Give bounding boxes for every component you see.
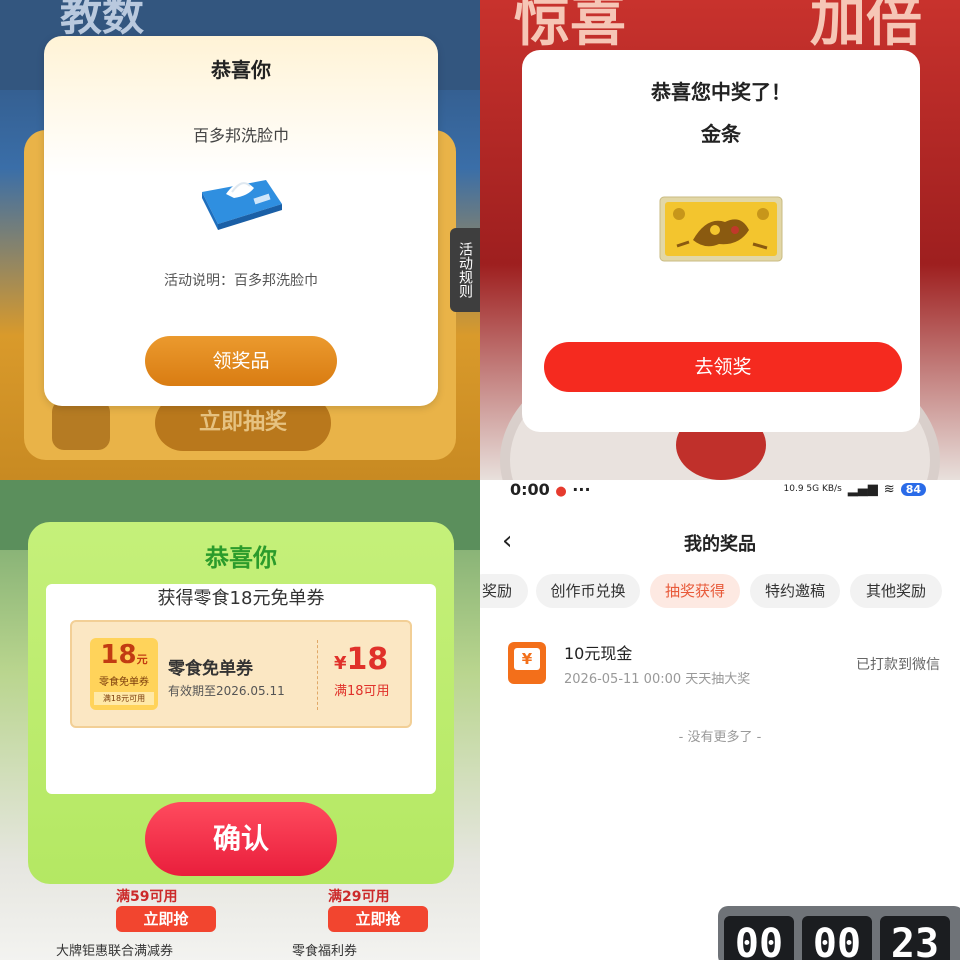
prize-tabs: 奖励 创作币兑换 抽奖获得 特约邀稿 其他奖励	[480, 574, 960, 610]
status-more-icon: ···	[572, 480, 591, 499]
record-name: 10元现金	[564, 644, 633, 663]
face-towel-pack-icon	[202, 180, 282, 230]
wifi-icon: ≋	[883, 482, 895, 497]
coupon-currency: ¥	[334, 653, 347, 674]
coupon-amount: ¥18	[334, 642, 388, 677]
record-detail: 2026-05-11 00:00 天天抽大奖	[564, 672, 751, 687]
timer-hours: 00	[724, 916, 794, 960]
coupon-panel: 获得零食18元免单券 18元 零食免单券 满18元可用 零食免单券 有效期至20…	[46, 584, 436, 794]
claim-prize-button[interactable]: 领奖品	[145, 336, 337, 386]
coupon-badge-label: 零食免单券	[99, 677, 149, 688]
coupon-badge-condition: 满18元可用	[94, 692, 154, 705]
coupon-card[interactable]: 18元 零食免单券 满18元可用 零食免单券 有效期至2026.05.11 ¥1…	[70, 620, 412, 728]
go-claim-button[interactable]: 去领奖	[544, 342, 902, 392]
weibo-icon: ●	[555, 484, 567, 499]
record-status: 已打款到微信	[856, 657, 940, 673]
status-time: 0:00	[510, 480, 550, 499]
tab-invited-writing[interactable]: 特约邀稿	[750, 574, 840, 608]
bg-card-name: 大牌钜惠联合满减券	[56, 944, 174, 959]
dialog-title: 恭喜你	[205, 544, 277, 572]
coupon-badge-unit: 元	[136, 653, 148, 666]
grab-now-button[interactable]: 立即抢	[116, 906, 216, 932]
activity-rules-tab[interactable]: 活动规则	[450, 228, 480, 312]
recording-timer: 00 00 23	[718, 906, 960, 960]
bg-card-name: 零食福利券	[292, 944, 358, 959]
bg-card-condition: 满29可用	[328, 889, 390, 905]
coupon-badge-amount: 18	[100, 640, 137, 670]
status-bar: 0:00 ● ··· 10.9 5G KB/s ▂▄▆ ≋ 84	[480, 480, 960, 506]
signal-icon: ▂▄▆	[847, 482, 878, 497]
dialog-title: 恭喜您中奖了！	[651, 80, 791, 104]
prize-dialog: 恭喜您中奖了！ 金条 去领奖	[522, 50, 920, 432]
tab-rewards[interactable]: 奖励	[480, 574, 528, 608]
no-more-text: - 没有更多了 -	[678, 730, 762, 745]
coupon-amount-value: 18	[346, 642, 389, 677]
tab-other-rewards[interactable]: 其他奖励	[850, 574, 942, 608]
coupon-badge: 18元 零食免单券 满18元可用	[90, 638, 158, 710]
timer-seconds: 23	[880, 916, 950, 960]
gold-bar-icon	[659, 196, 783, 262]
coupon-name: 零食免单券	[168, 659, 253, 679]
panel-face-towel-prize: 教数 立即抽奖 活动规则 恭喜你 百多邦洗脸巾 活动说明：百多邦洗脸巾 领奖品	[0, 0, 480, 480]
prize-record-row[interactable]: ¥ 10元现金 2026-05-11 00:00 天天抽大奖 已打款到微信	[480, 630, 960, 700]
screenshot-collage: 教数 立即抽奖 活动规则 恭喜你 百多邦洗脸巾 活动说明：百多邦洗脸巾 领奖品 …	[0, 0, 960, 960]
coupon-divider	[317, 640, 318, 710]
coupon-dialog: 恭喜你 获得零食18元免单券 18元 零食免单券 满18元可用 零食免单券 有效…	[28, 522, 454, 884]
coupon-condition: 满18可用	[334, 684, 390, 699]
dialog-title: 恭喜你	[211, 58, 271, 82]
network-speed: 10.9 5G KB/s	[783, 484, 842, 494]
cash-icon: ¥	[508, 642, 546, 684]
coupon-subtitle: 获得零食18元免单券	[157, 588, 325, 609]
battery-badge: 84	[900, 483, 926, 496]
confirm-button[interactable]: 确认	[145, 802, 337, 876]
prize-dialog: 恭喜你 百多邦洗脸巾 活动说明：百多邦洗脸巾 领奖品	[44, 36, 438, 406]
panel-gold-bar-prize: 惊喜 加倍 恭喜您中奖了！ 金条 去领奖	[480, 0, 960, 480]
activity-description: 活动说明：百多邦洗脸巾	[164, 273, 318, 289]
prize-name: 金条	[701, 122, 741, 146]
panel-my-prizes: 0:00 ● ··· 10.9 5G KB/s ▂▄▆ ≋ 84 ‹ 我的奖品 …	[480, 480, 960, 960]
background-text-left: 惊喜	[514, 0, 626, 54]
coupon-validity: 有效期至2026.05.11	[168, 684, 285, 698]
panel-snack-coupon: 满59可用 立即抢 大牌钜惠联合满减券 满29可用 立即抢 零食福利券 恭喜你 …	[0, 480, 480, 960]
tab-lottery-won[interactable]: 抽奖获得	[650, 574, 740, 608]
background-text-right: 加倍	[810, 0, 922, 54]
grab-now-button[interactable]: 立即抢	[328, 906, 428, 932]
prize-name: 百多邦洗脸巾	[192, 126, 289, 145]
gift-icon	[52, 400, 110, 450]
timer-minutes: 00	[802, 916, 872, 960]
tab-coin-exchange[interactable]: 创作币兑换	[536, 574, 640, 608]
bg-card-condition: 满59可用	[116, 889, 178, 905]
page-title: 我的奖品	[684, 534, 756, 555]
